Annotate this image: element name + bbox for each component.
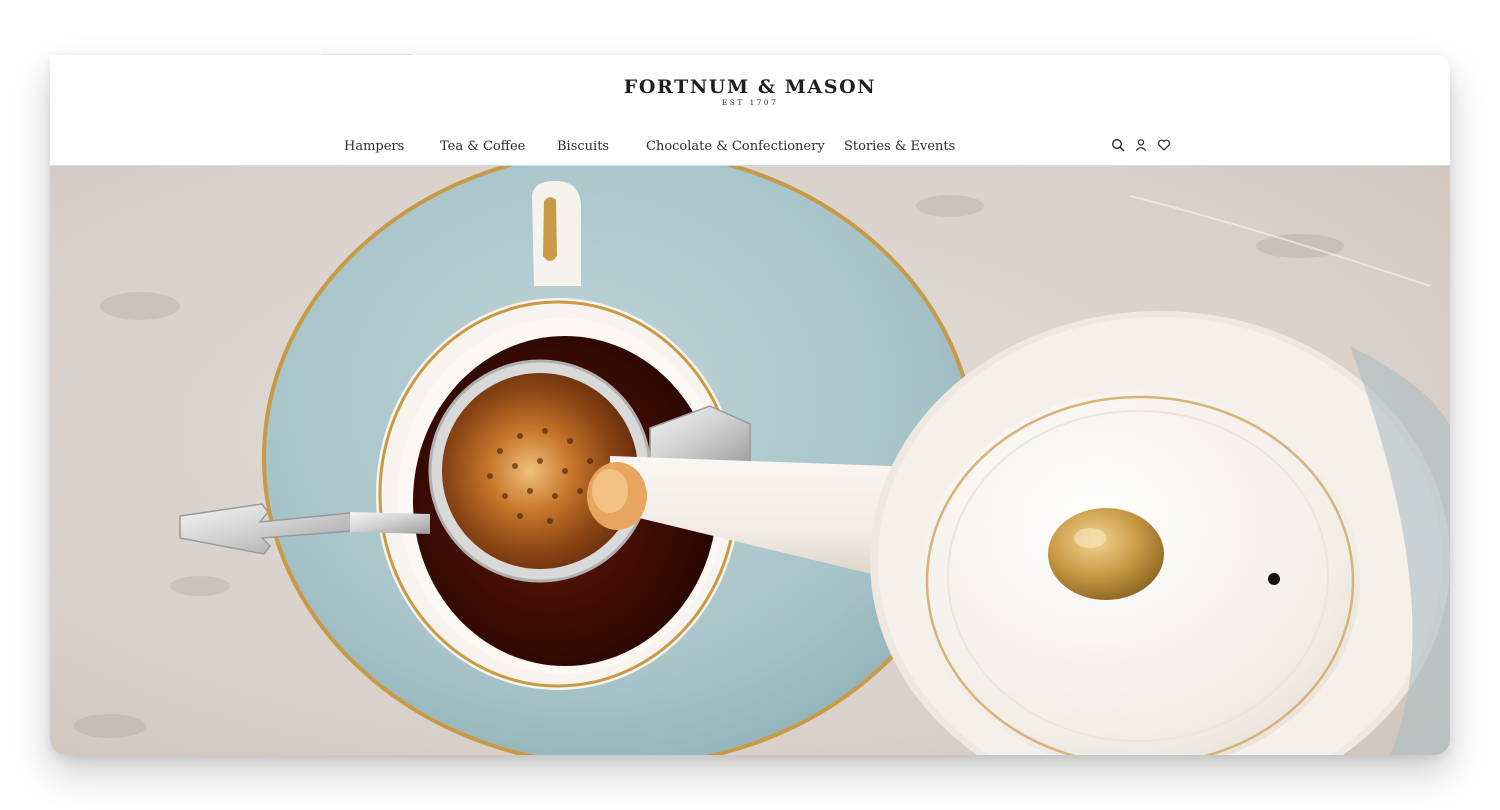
- browser-window: FORTNUM & MASON EST 1707 Hampers Tea & C…: [50, 55, 1450, 755]
- page: FORTNUM & MASON EST 1707 Hampers Tea & C…: [0, 0, 1500, 810]
- nav-item-chocolate-confectionery[interactable]: Chocolate & Confectionery: [646, 139, 825, 155]
- hero-image: [50, 166, 1450, 755]
- header-icons: [1110, 136, 1171, 154]
- wishlist-heart-icon[interactable]: [1156, 138, 1171, 153]
- site-header: FORTNUM & MASON EST 1707 Hampers Tea & C…: [50, 55, 1450, 166]
- account-icon[interactable]: [1133, 138, 1148, 153]
- brand-name: FORTNUM & MASON: [623, 76, 877, 98]
- nav-item-tea-coffee[interactable]: Tea & Coffee: [440, 139, 525, 155]
- nav-item-hampers[interactable]: Hampers: [344, 139, 404, 155]
- search-icon[interactable]: [1110, 138, 1125, 153]
- brand-established: EST 1707: [721, 98, 779, 107]
- main-navigation: Hampers Tea & Coffee Biscuits Chocolate …: [50, 139, 1450, 157]
- nav-item-biscuits[interactable]: Biscuits: [557, 139, 609, 155]
- nav-item-stories-events[interactable]: Stories & Events: [844, 139, 955, 155]
- brand-logo[interactable]: FORTNUM & MASON EST 1707: [50, 77, 1450, 107]
- hero-banner[interactable]: [50, 166, 1450, 755]
